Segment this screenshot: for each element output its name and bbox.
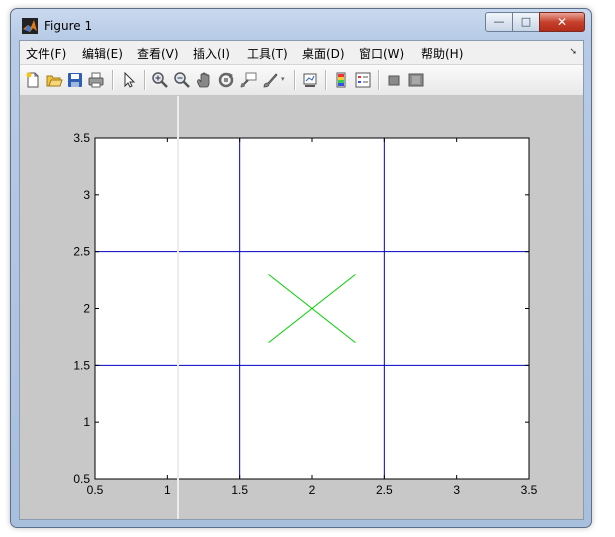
y-tick-label-1: 1 [83,415,90,429]
colorbar-icon[interactable] [332,71,350,89]
hide-plot-tools-icon[interactable] [385,71,403,89]
figure-toolbar: ▾ [20,65,583,96]
brush-dropdown-icon[interactable]: ▾ [281,75,285,83]
matlab-logo-icon [22,18,38,34]
title-bar[interactable]: Figure 1 — □ ✕ [11,9,591,39]
y-tick-label-4: 2.5 [73,245,90,259]
y-tick-label-5: 3 [83,188,90,202]
maximize-icon: □ [520,15,532,28]
menu-bar: 文件(F) 编辑(E) 查看(V) 插入(I) 工具(T) 桌面(D) 窗口(W… [20,41,583,65]
link-plot-icon[interactable] [301,71,319,89]
menu-view[interactable]: 查看(V) [137,45,179,62]
minimize-button[interactable]: — [485,12,513,32]
figure-client-area: 文件(F) 编辑(E) 查看(V) 插入(I) 工具(T) 桌面(D) 窗口(W… [19,40,584,520]
x-tick-label-1: 1 [164,483,171,497]
open-file-icon[interactable] [45,71,63,89]
y-tick-label-0: 0.5 [73,472,90,486]
y-tick-label-3: 2 [83,302,90,316]
window-title: Figure 1 [44,19,93,33]
menu-insert[interactable]: 插入(I) [193,45,230,62]
menubar-overflow-icon[interactable]: ➘ [569,47,577,57]
x-tick-label-5: 3 [453,483,460,497]
menu-help[interactable]: 帮助(H) [421,45,463,62]
pan-hand-icon[interactable] [195,71,213,89]
y-tick-label-6: 3.5 [73,131,90,145]
show-plot-tools-icon[interactable] [407,71,425,89]
zoom-out-icon[interactable] [173,71,191,89]
y-tick-label-2: 1.5 [73,358,90,372]
save-icon[interactable] [66,71,84,89]
rotate-3d-icon[interactable] [217,71,235,89]
menu-file[interactable]: 文件(F) [26,45,66,62]
menu-desktop[interactable]: 桌面(D) [302,45,345,62]
menu-window[interactable]: 窗口(W) [359,45,404,62]
close-icon: ✕ [556,15,568,29]
close-button[interactable]: ✕ [539,12,585,32]
x-tick-label-6: 3.5 [521,483,538,497]
x-tick-label-3: 2 [309,483,316,497]
data-cursor-icon[interactable] [239,71,257,89]
zoom-in-icon[interactable] [151,71,169,89]
maximize-button[interactable]: □ [512,12,540,32]
menu-tools[interactable]: 工具(T) [247,45,288,62]
figure-window: Figure 1 — □ ✕ 文件(F) 编辑(E) 查看(V) 插入(I) 工… [10,8,592,528]
axes-plot[interactable]: 0.5 1 1.5 2 2.5 3 3.50.511.522.533.5 [20,96,583,519]
brush-icon[interactable] [261,71,279,89]
new-figure-icon[interactable] [24,71,42,89]
legend-icon[interactable] [354,71,372,89]
minimize-icon: — [493,15,505,28]
print-icon[interactable] [87,71,105,89]
select-arrow-icon[interactable] [120,71,138,89]
x-tick-label-4: 2.5 [376,483,393,497]
x-tick-label-2: 1.5 [231,483,248,497]
splitter-line[interactable] [177,96,179,519]
figure-canvas[interactable]: 0.5 1 1.5 2 2.5 3 3.5 0.5 1 1.5 2 2.5 3 3.5 [20,96,583,519]
menu-edit[interactable]: 编辑(E) [82,45,123,62]
